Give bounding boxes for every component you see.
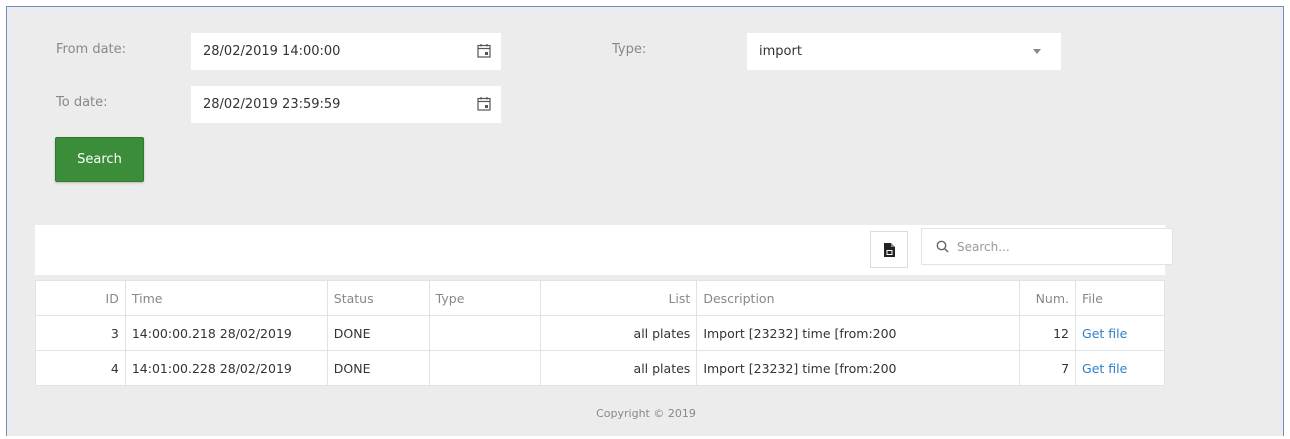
cell-file: Get file	[1075, 315, 1165, 351]
table-search-input[interactable]: Search...	[921, 228, 1173, 265]
search-button[interactable]: Search	[55, 137, 144, 182]
from-date-label: From date:	[56, 42, 127, 57]
cell-num: 7	[1019, 350, 1077, 386]
cell-id: 3	[35, 315, 126, 351]
column-header-status[interactable]: Status	[326, 280, 430, 316]
cell-type	[428, 315, 541, 351]
type-select[interactable]: import	[747, 33, 1061, 70]
cell-status: DONE	[326, 350, 430, 386]
type-label: Type:	[612, 42, 647, 57]
copyright-text: Copyright © 2019	[596, 407, 696, 420]
cell-list: all plates	[539, 350, 698, 386]
search-icon	[936, 240, 949, 253]
column-header-id[interactable]: ID	[35, 280, 126, 316]
column-header-type[interactable]: Type	[428, 280, 541, 316]
export-button[interactable]	[870, 231, 908, 268]
to-date-label: To date:	[56, 95, 108, 110]
column-header-list[interactable]: List	[539, 280, 698, 316]
from-date-value: 28/02/2019 14:00:00	[203, 44, 341, 59]
file-export-icon	[883, 242, 895, 257]
cell-num: 12	[1019, 315, 1077, 351]
from-date-field[interactable]: 28/02/2019 14:00:00	[191, 33, 501, 70]
get-file-link[interactable]: Get file	[1082, 326, 1127, 341]
cell-id: 4	[35, 350, 126, 386]
table-row: 3 14:00:00.218 28/02/2019 DONE all plate…	[35, 315, 1165, 351]
type-select-value: import	[759, 44, 802, 59]
report-panel: From date: 28/02/2019 14:00:00 To date: …	[6, 6, 1284, 436]
column-header-time[interactable]: Time	[124, 280, 328, 316]
to-date-value: 28/02/2019 23:59:59	[203, 97, 341, 112]
table-row: 4 14:01:00.228 28/02/2019 DONE all plate…	[35, 350, 1165, 386]
cell-status: DONE	[326, 315, 430, 351]
chevron-down-icon	[1033, 49, 1041, 54]
column-header-num[interactable]: Num.	[1019, 280, 1077, 316]
results-table: ID Time Status Type List Description Num…	[35, 280, 1165, 386]
column-header-description[interactable]: Description	[696, 280, 1021, 316]
calendar-icon[interactable]	[477, 43, 491, 58]
cell-type	[428, 350, 541, 386]
cell-time: 14:01:00.228 28/02/2019	[124, 350, 328, 386]
to-date-field[interactable]: 28/02/2019 23:59:59	[191, 86, 501, 123]
cell-list: all plates	[539, 315, 698, 351]
cell-time: 14:00:00.218 28/02/2019	[124, 315, 328, 351]
calendar-icon[interactable]	[477, 96, 491, 111]
cell-file: Get file	[1075, 350, 1165, 386]
cell-description: Import [23232] time [from:200	[696, 350, 1021, 386]
table-header-row: ID Time Status Type List Description Num…	[35, 280, 1165, 316]
get-file-link[interactable]: Get file	[1082, 361, 1127, 376]
column-header-file[interactable]: File	[1075, 280, 1165, 316]
search-placeholder: Search...	[957, 239, 1010, 254]
cell-description: Import [23232] time [from:200	[696, 315, 1021, 351]
